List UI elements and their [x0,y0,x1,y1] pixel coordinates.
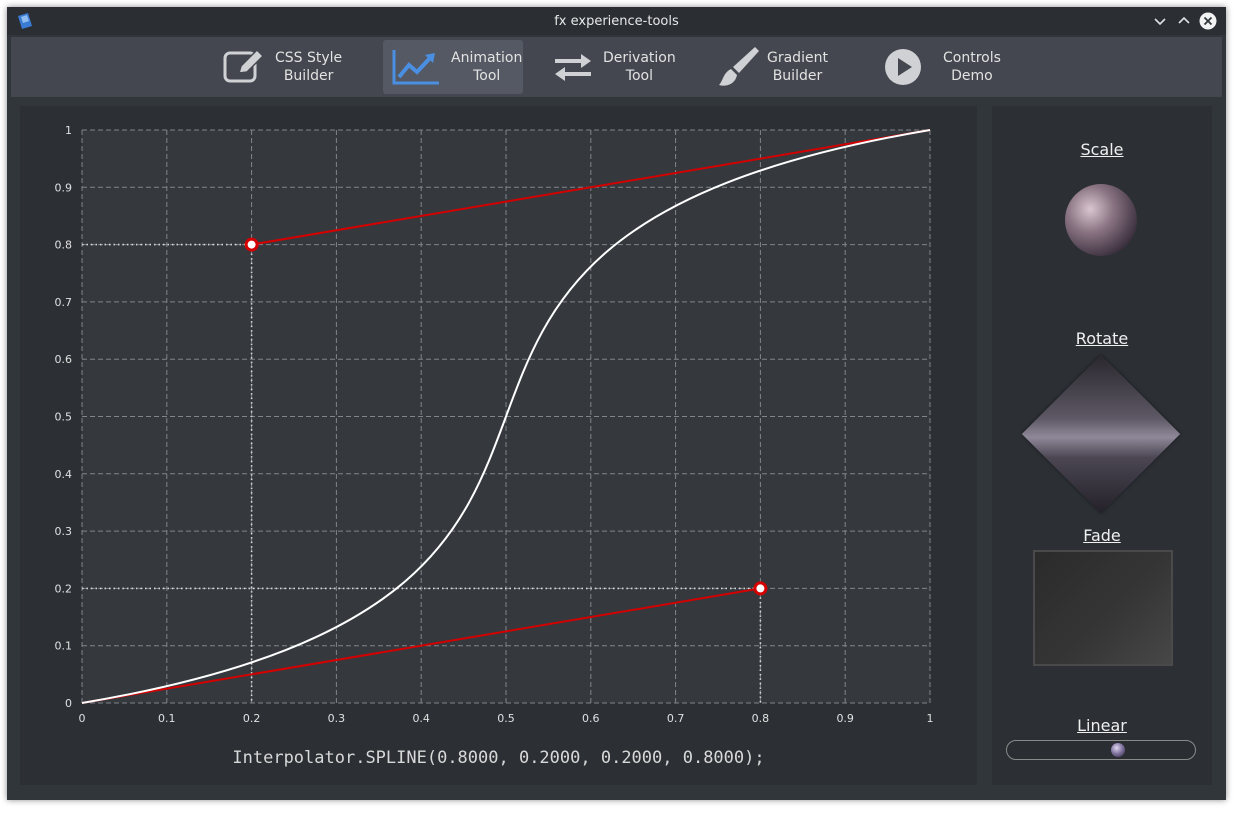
y-tick-label: 1 [65,124,72,137]
y-tick-label: 0.1 [55,640,73,653]
tool-label-line2: Builder [283,68,334,84]
y-tick-label: 0.6 [55,353,73,366]
linear-preview-knob[interactable] [1111,743,1125,757]
swap-arrows-icon [555,54,591,81]
line-chart-icon [392,50,439,85]
maximize-icon[interactable] [1174,11,1194,31]
control-point-handle[interactable] [753,581,768,596]
tool-bar: CSS Style Builder Animation Tool Derivat… [11,37,1222,97]
scale-preview-sphere [1065,184,1137,256]
curve-editor-panel: 0 0 0.1 0.1 0.2 0.2 0.3 0.3 0.4 0.4 0.5 0.5 0.6 0.6 0.… [20,106,977,785]
control-point-handle[interactable] [244,237,259,252]
y-tick-label: 0.7 [55,296,73,309]
tool-gradient-builder[interactable]: Gradient Builder [715,40,845,94]
x-tick-label: 0.5 [497,712,515,725]
spline-chart: 00 0.1 0.1 0.2 0.2 0.3 0.3 0.4 0.4 0.5 0.5 0.6 0.6 0.… [55,124,934,725]
scale-label[interactable]: Scale [992,140,1212,159]
tool-css-style-builder[interactable]: CSS Style Builder [221,40,351,94]
y-tick-label: 0.5 [55,411,73,424]
tool-label-line2: Tool [473,68,501,84]
x-tick-label: 0.1 [158,712,176,725]
linear-label[interactable]: Linear [992,716,1212,735]
app-window: fx experience-tools CSS Style Builder An… [7,7,1226,800]
preview-panel: Scale Rotate Fade Linear [992,106,1212,785]
x-tick-label: 0 [79,712,86,725]
title-bar: fx experience-tools [7,7,1226,35]
tool-label-line1: CSS Style [275,50,343,66]
rotate-preview-square [1021,354,1181,514]
y-tick-label: 0.4 [55,468,73,481]
window-title: fx experience-tools [554,14,679,29]
x-tick-label: 0.8 [752,712,770,725]
tool-label-line2: Tool [625,68,653,84]
x-tick-label: 0.3 [328,712,346,725]
x-tick-label: 1 [927,712,934,725]
fade-label[interactable]: Fade [992,526,1212,545]
paint-brush-icon [719,47,759,86]
y-tick-label: 0.9 [55,181,73,194]
interpolator-formula: Interpolator.SPLINE(0.8000, 0.2000, 0.20… [232,748,765,768]
x-tick-label: 0.9 [836,712,854,725]
x-tick-label: 0.2 [243,712,261,725]
play-circle-icon [885,49,921,85]
edit-icon [223,48,265,83]
tool-animation-tool[interactable]: Animation Tool [383,40,523,94]
minimize-icon[interactable] [1150,11,1170,31]
y-tick-label: 0.3 [55,525,73,538]
tool-label-line2: Demo [951,68,993,84]
linear-preview-track[interactable] [1006,740,1196,760]
y-tick-label: 0 [65,697,72,710]
tool-label-line1: Controls [943,50,1001,66]
tool-label-line1: Gradient [767,50,828,66]
x-tick-label: 0.4 [412,712,430,725]
x-tick-label: 0.6 [582,712,600,725]
tool-label-line2: Builder [772,68,823,84]
tool-label-line1: Animation [451,50,523,66]
tool-controls-demo[interactable]: Controls Demo [883,40,1013,94]
tool-derivation-tool[interactable]: Derivation Tool [551,40,681,94]
tool-label-line1: Derivation [603,50,676,66]
close-icon[interactable] [1198,11,1218,31]
fade-preview-box [1033,550,1173,666]
y-tick-label: 0.8 [55,239,73,252]
y-tick-label: 0.2 [55,582,73,595]
x-tick-label: 0.7 [667,712,685,725]
rotate-label[interactable]: Rotate [992,329,1212,348]
